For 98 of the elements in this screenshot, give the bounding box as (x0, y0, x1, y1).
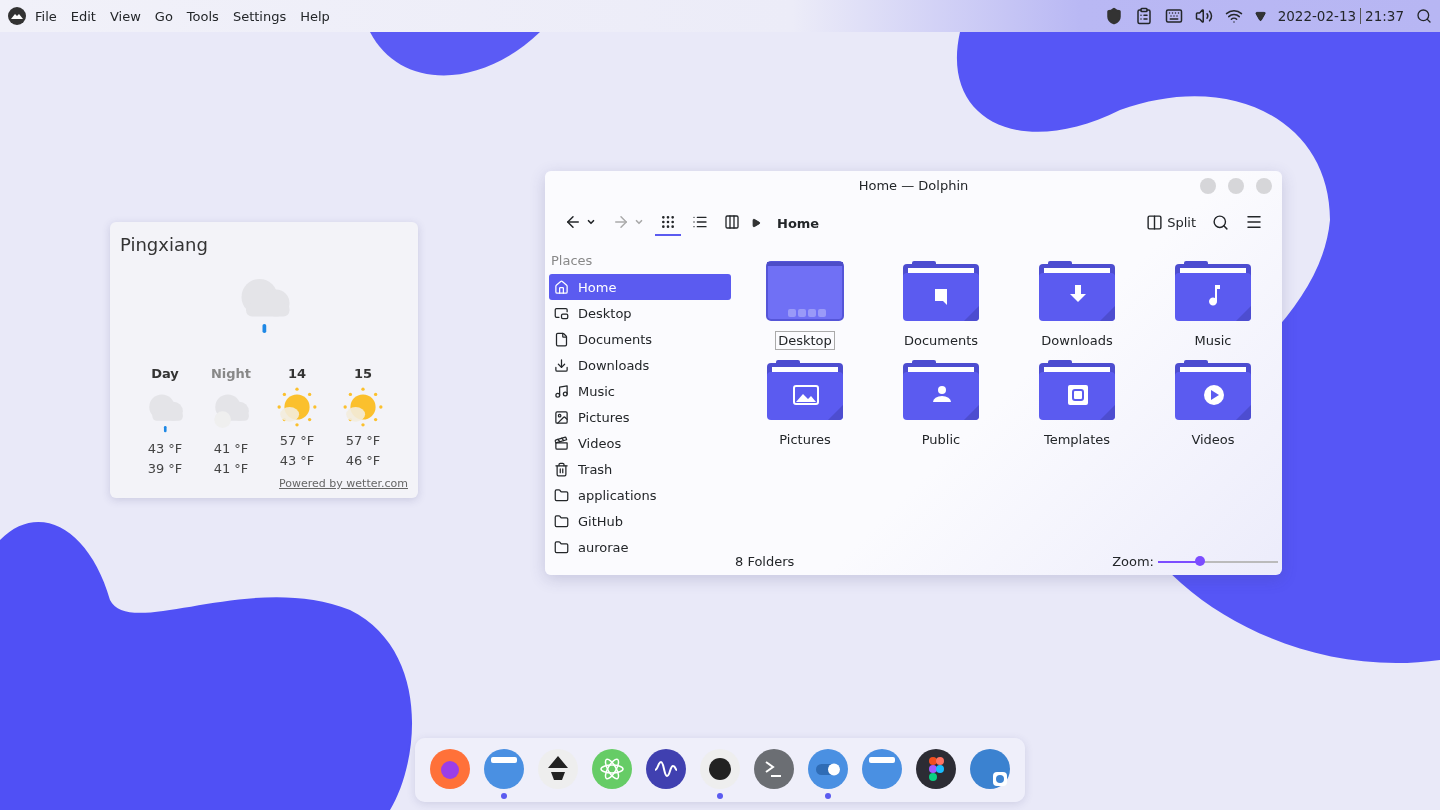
folder-item[interactable]: Documents (873, 261, 1009, 350)
menu-item[interactable]: Help (295, 4, 335, 28)
download-icon (554, 357, 569, 373)
app-icon[interactable] (699, 748, 741, 799)
forecast-label: Day (151, 366, 179, 381)
icon-grid-icon (660, 214, 676, 230)
desktop-folder-icon (766, 261, 844, 323)
date-text[interactable]: 2022-02-13 (1277, 8, 1357, 24)
places-item[interactable]: Music (549, 378, 731, 404)
folder-name: Documents (902, 332, 980, 350)
high-temperature: 43 °F (147, 441, 183, 457)
folder-icon (902, 261, 980, 323)
folder-item[interactable]: Downloads (1009, 261, 1145, 350)
status-text: 8 Folders (735, 554, 795, 569)
forward-arrow-icon (612, 213, 630, 231)
folder-name: Downloads (1040, 332, 1114, 350)
folder-name: Templates (1042, 431, 1112, 449)
breadcrumb[interactable]: Home (777, 215, 820, 231)
places-item[interactable]: Desktop (549, 300, 731, 326)
forecast-label: 14 (287, 366, 307, 381)
picture-icon (554, 409, 569, 425)
app-icon[interactable] (537, 748, 579, 790)
trash-icon (554, 461, 569, 477)
split-button[interactable]: Split (1141, 209, 1201, 237)
search-icon (1212, 213, 1229, 231)
desktop-icon (554, 305, 569, 321)
zoom-label: Zoom: (1112, 554, 1154, 569)
low-temperature: 39 °F (147, 461, 183, 477)
clapperboard-icon (554, 435, 569, 451)
folder-icon (1038, 261, 1116, 323)
high-temperature: 57 °F (279, 433, 315, 448)
menu-item[interactable]: Go (149, 4, 178, 28)
folder-name: Desktop (775, 331, 835, 350)
caret-icon (634, 217, 644, 227)
menu-item[interactable]: File (30, 4, 62, 28)
folder-icon (902, 360, 980, 422)
city-name: Pingxiang (120, 234, 209, 255)
folder-item[interactable]: Music (1145, 261, 1281, 350)
folder-icon (554, 513, 569, 529)
high-temperature: 41 °F (213, 441, 249, 457)
menu-item[interactable]: View (104, 4, 146, 28)
high-temperature: 57 °F (345, 433, 381, 448)
caret-icon[interactable] (1254, 10, 1266, 22)
places-item[interactable]: Videos (549, 430, 731, 456)
folder-item[interactable]: Videos (1145, 360, 1281, 449)
places-header: Places (550, 252, 594, 270)
folder-icon (554, 487, 569, 503)
places-item[interactable]: Downloads (549, 352, 731, 378)
home-icon (554, 279, 569, 295)
folder-icon (766, 360, 844, 422)
folder-icon (1174, 261, 1252, 323)
breadcrumb-arrow-icon[interactable] (751, 218, 761, 228)
low-temperature: 41 °F (213, 461, 249, 477)
places-item[interactable]: applications (549, 482, 731, 508)
low-temperature: 43 °F (279, 453, 315, 468)
clipboard-icon[interactable] (1134, 7, 1153, 25)
menu-item[interactable]: Settings (227, 4, 292, 28)
folder-icon (554, 539, 569, 555)
mountain-logo-icon[interactable] (8, 7, 26, 25)
app-icon[interactable] (915, 748, 957, 790)
folder-item[interactable]: Public (873, 360, 1009, 449)
folder-name: Music (1193, 332, 1233, 350)
list-icon (692, 214, 708, 230)
folder-name: Public (920, 431, 962, 449)
slider-handle[interactable] (1195, 555, 1205, 566)
places-item[interactable]: aurorae (549, 534, 731, 560)
columns-icon (724, 214, 740, 230)
app-icon[interactable] (645, 748, 687, 790)
places-item[interactable]: Trash (549, 456, 731, 482)
folder-item[interactable]: Templates (1009, 360, 1145, 449)
document-icon (554, 331, 569, 347)
menu-icon (1245, 213, 1263, 231)
powered-by-link[interactable]: Powered by wetter.com (279, 477, 408, 490)
forecast-label: 15 (353, 366, 373, 381)
shield-icon[interactable] (1104, 7, 1123, 25)
forecast-label: Night (210, 366, 252, 381)
places-item[interactable]: Documents (549, 326, 731, 352)
folder-name: Videos (1190, 431, 1236, 449)
folder-item[interactable]: Desktop (737, 261, 873, 350)
wifi-icon[interactable] (1224, 7, 1243, 25)
places-item[interactable]: GitHub (549, 508, 731, 534)
menu-item[interactable]: Tools (181, 4, 224, 28)
low-temperature: 46 °F (345, 453, 381, 468)
music-note-icon (554, 383, 569, 399)
caret-icon (586, 217, 596, 227)
volume-icon[interactable] (1194, 7, 1213, 25)
places-item[interactable]: Home (549, 274, 731, 300)
folder-icon (1174, 360, 1252, 422)
folder-name: Pictures (778, 431, 832, 449)
folder-icon (1038, 360, 1116, 422)
menu-item[interactable]: Edit (65, 4, 101, 28)
folder-item[interactable]: Pictures (737, 360, 873, 449)
keyboard-icon[interactable] (1164, 7, 1183, 25)
split-view-icon (1146, 213, 1164, 231)
time-text[interactable]: 21:37 (1365, 8, 1404, 24)
search-icon[interactable] (1416, 8, 1432, 24)
places-item[interactable]: Pictures (549, 404, 731, 430)
window-title: Home — Dolphin (858, 177, 969, 193)
